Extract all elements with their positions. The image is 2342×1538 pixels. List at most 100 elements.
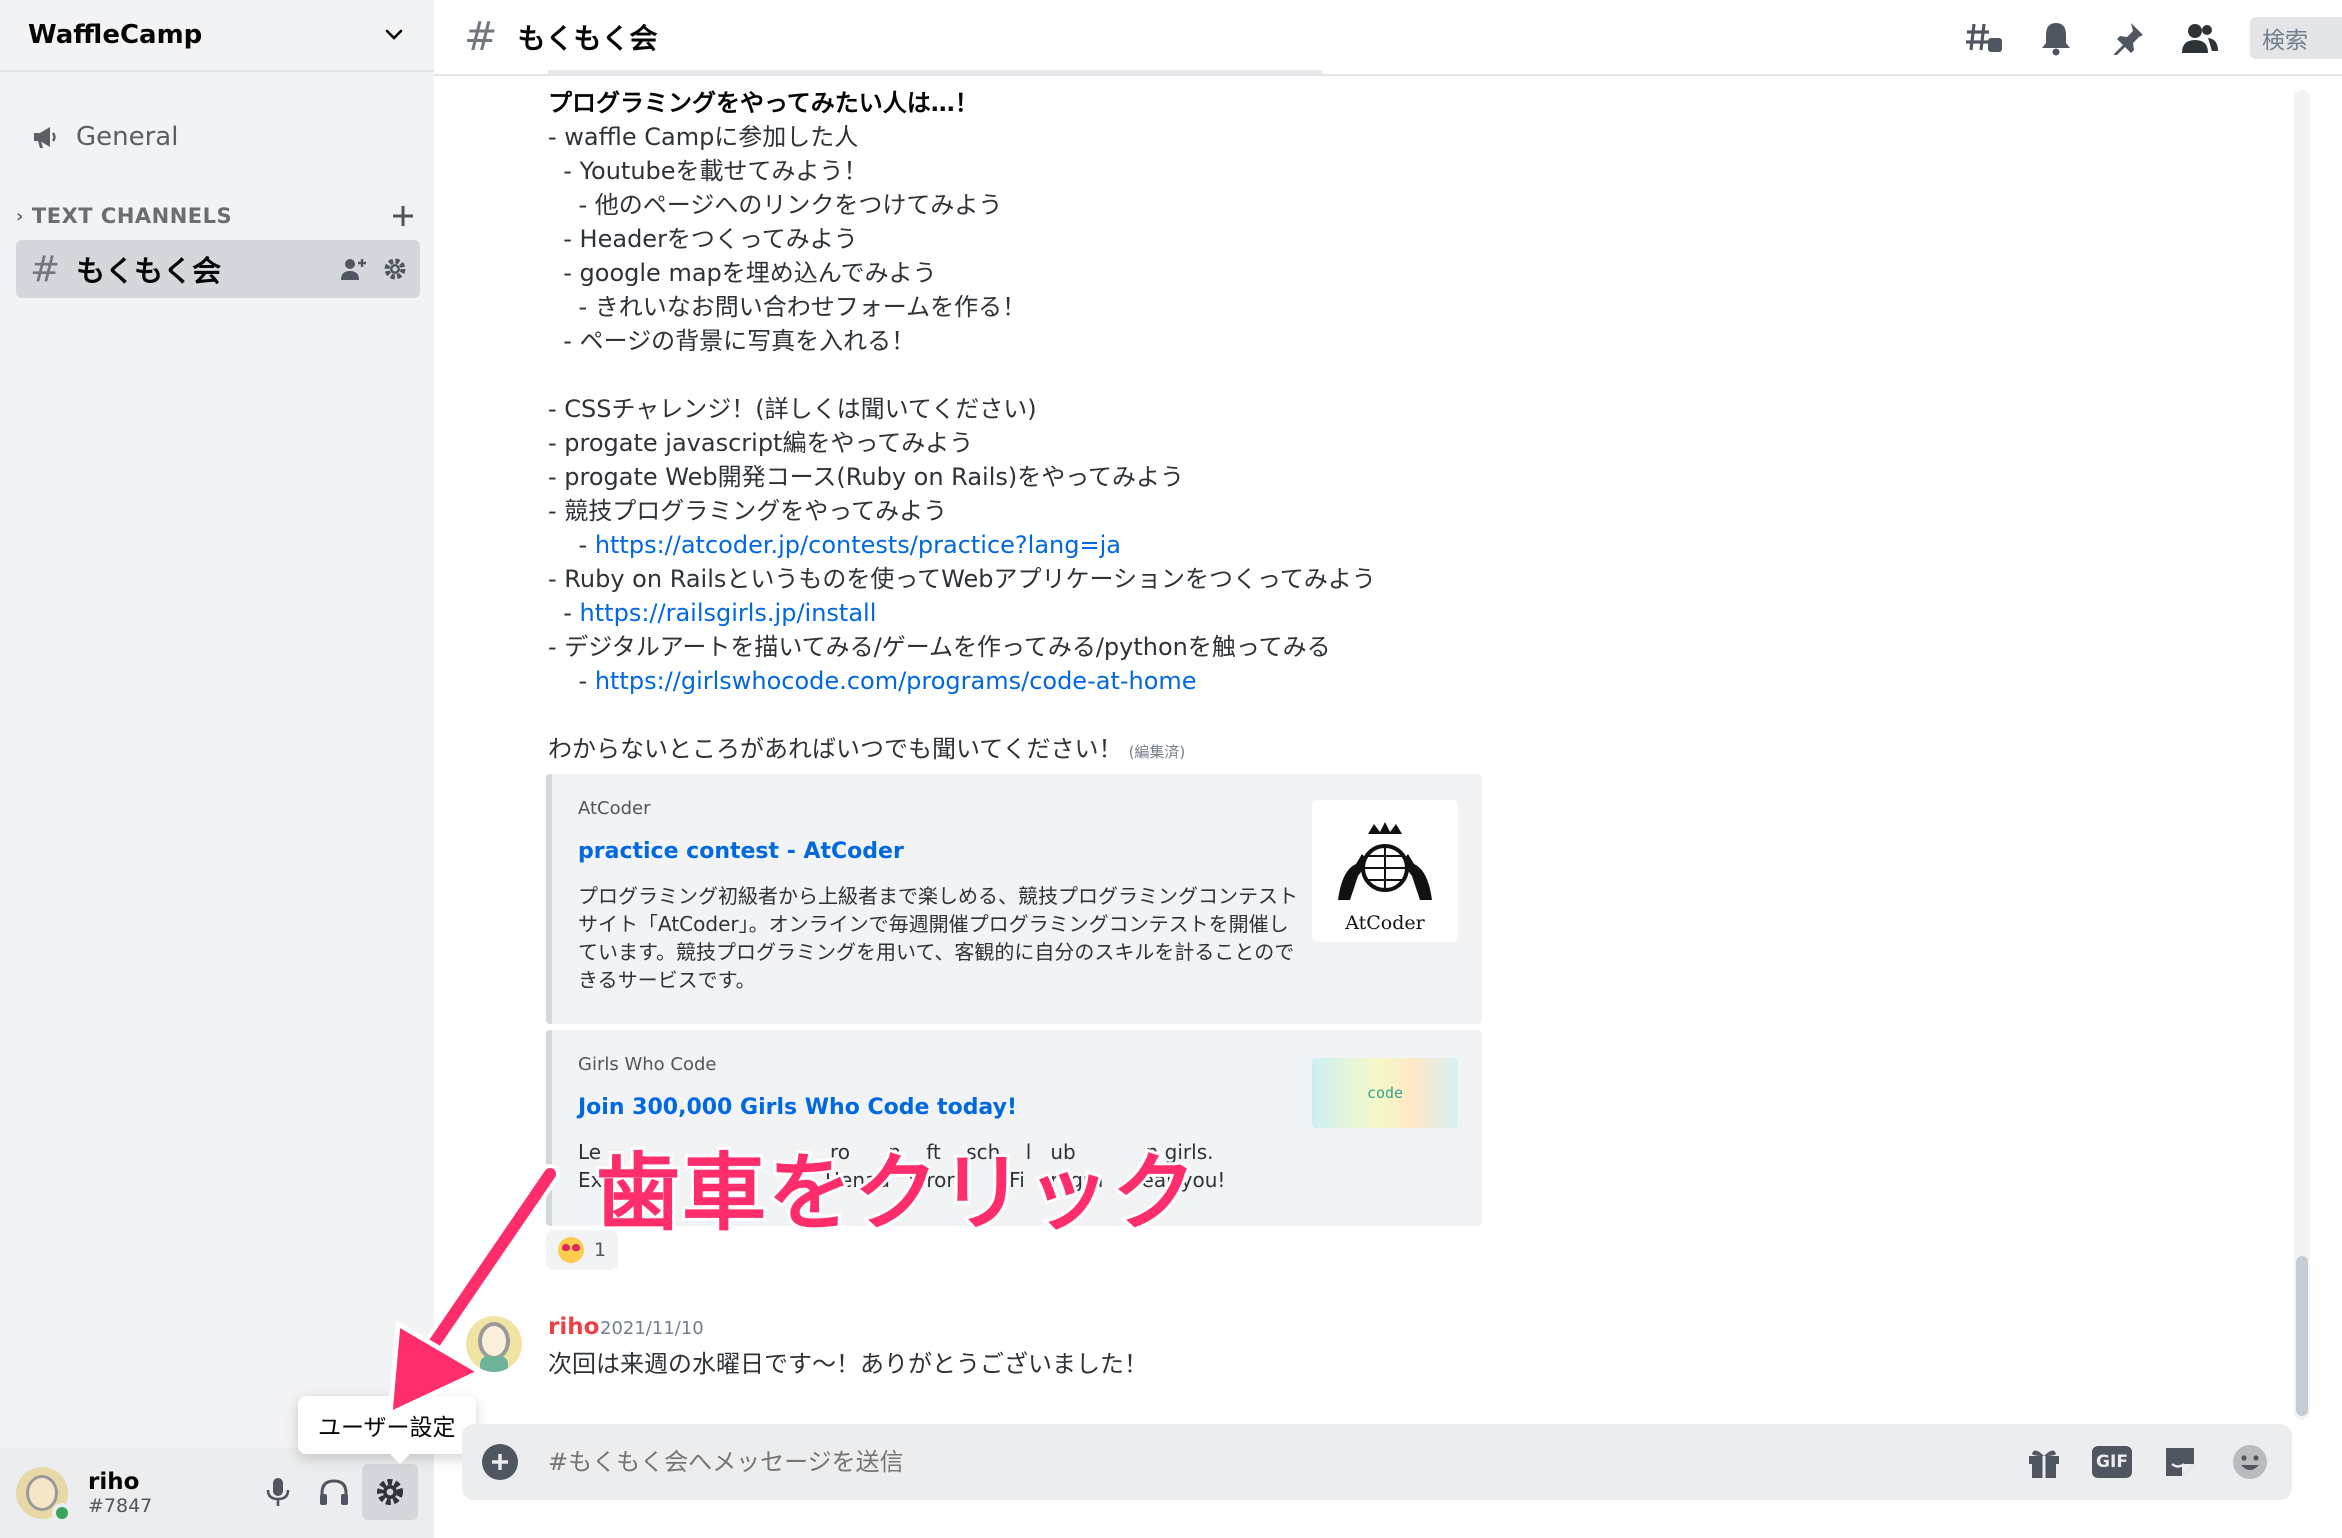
message-line: - ページの背景に写真を入れる！ bbox=[548, 324, 1376, 358]
category-label: TEXT CHANNELS bbox=[31, 204, 233, 228]
message-line: - 競技プログラミングをやってみよう bbox=[548, 494, 1376, 528]
message-line: - https://railsgirls.jp/install bbox=[548, 596, 1376, 630]
scrollbar-track[interactable] bbox=[2294, 90, 2310, 1420]
scrollbar-thumb[interactable] bbox=[2296, 1256, 2308, 1416]
sidebar-item-general[interactable]: General bbox=[16, 112, 420, 162]
sticker-button[interactable] bbox=[2158, 1442, 2202, 1482]
message-line: - Ruby on Railsというものを使ってWebアプリケーションをつくって… bbox=[548, 562, 1376, 596]
gift-icon bbox=[2029, 1450, 2059, 1478]
online-status-badge bbox=[52, 1503, 72, 1523]
message-composer: GIF bbox=[462, 1424, 2292, 1500]
gear-icon bbox=[377, 1479, 403, 1505]
message-text: 次回は来週の水曜日です〜！ありがとうございました！ bbox=[548, 1350, 1148, 1378]
headphones-icon bbox=[320, 1479, 348, 1505]
user-name: riho bbox=[88, 1469, 140, 1495]
avatar[interactable] bbox=[16, 1467, 72, 1523]
emoji-icon bbox=[2233, 1445, 2267, 1479]
annotation-label: 歯車をクリック bbox=[593, 1141, 1199, 1245]
members-icon bbox=[2182, 24, 2218, 53]
attach-button[interactable] bbox=[482, 1444, 518, 1480]
message-line-text: - ページの背景に写真を入れる！ bbox=[548, 327, 916, 355]
edited-marker: (編集済) bbox=[1128, 743, 1186, 761]
announcement-icon bbox=[34, 127, 56, 148]
hash-icon: # bbox=[464, 14, 498, 60]
threads-icon bbox=[1966, 23, 2002, 52]
notifications-button[interactable] bbox=[2034, 16, 2078, 60]
pinned-messages-button[interactable] bbox=[2106, 16, 2150, 60]
category-text-channels[interactable]: › TEXT CHANNELS bbox=[16, 196, 420, 236]
mute-button[interactable] bbox=[250, 1464, 306, 1520]
message-line: - https://girlswhocode.com/programs/code… bbox=[548, 664, 1376, 698]
message-line-text: - bbox=[548, 667, 595, 695]
message-link[interactable]: https://atcoder.jp/contests/practice?lan… bbox=[595, 531, 1121, 559]
user-panel: riho #7847 bbox=[0, 1448, 434, 1538]
message-line-text: - Youtubeを載せてみよう！ bbox=[548, 157, 868, 185]
message-line: - progate Web開発コース(Ruby on Rails)をやってみよう bbox=[548, 460, 1376, 494]
server-header[interactable]: WaffleCamp bbox=[0, 0, 434, 72]
annotation-arrow-icon bbox=[387, 1164, 560, 1417]
message-line-text: - progate javascript編をやってみよう bbox=[548, 429, 974, 457]
channel-title: もくもく会 bbox=[517, 22, 658, 55]
message-line: - Headerをつくってみよう bbox=[548, 222, 1376, 256]
threads-button[interactable] bbox=[1962, 16, 2006, 60]
deafen-button[interactable] bbox=[306, 1464, 362, 1520]
message-line-text: プログラミングをやってみたい人は…！ bbox=[548, 89, 979, 117]
emoji-button[interactable] bbox=[2228, 1442, 2272, 1482]
user-settings-button[interactable] bbox=[362, 1464, 418, 1520]
add-channel-icon[interactable] bbox=[390, 203, 416, 229]
sidebar: WaffleCamp General › TEXT CHANNELS # もくも… bbox=[0, 0, 434, 1538]
message-line bbox=[548, 698, 1376, 732]
message-line: わからないところがあればいつでも聞いてください！ (編集済) bbox=[548, 732, 1376, 769]
message-line-text: - Ruby on Railsというものを使ってWebアプリケーションをつくって… bbox=[548, 565, 1376, 593]
previous-embed-edge bbox=[548, 70, 1322, 74]
message-input[interactable] bbox=[548, 1448, 1948, 1476]
plus-icon bbox=[492, 1454, 508, 1470]
link-embed-atcoder: AtCoder practice contest - AtCoder プログラミ… bbox=[546, 774, 1482, 1024]
message-line: - きれいなお問い合わせフォームを作る！ bbox=[548, 290, 1376, 324]
sidebar-item-label: もくもく会 bbox=[76, 254, 222, 288]
server-name: WaffleCamp bbox=[28, 20, 203, 50]
gift-button[interactable] bbox=[2022, 1442, 2066, 1482]
embed-thumbnail-label: code bbox=[1366, 1084, 1404, 1102]
message-line: - progate javascript編をやってみよう bbox=[548, 426, 1376, 460]
embed-thumbnail[interactable]: code bbox=[1312, 1058, 1458, 1128]
sidebar-item-label: General bbox=[76, 122, 179, 152]
chevron-down-icon bbox=[385, 29, 403, 40]
member-list-button[interactable] bbox=[2178, 16, 2222, 60]
chevron-right-icon: › bbox=[16, 205, 24, 227]
message-timestamp: 2021/11/10 bbox=[600, 1318, 704, 1339]
message-line-text: - CSSチャレンジ！(詳しくは聞いてください) bbox=[548, 395, 1037, 423]
message-line: プログラミングをやってみたい人は…！ bbox=[548, 86, 1376, 120]
embed-thumbnail-label: AtCoder bbox=[1345, 912, 1425, 934]
embed-thumbnail[interactable]: AtCoder bbox=[1312, 800, 1458, 942]
message-link[interactable]: https://girlswhocode.com/programs/code-a… bbox=[595, 667, 1197, 695]
message-line-text: - 競技プログラミングをやってみよう bbox=[548, 497, 948, 525]
sidebar-item-mokumoku[interactable]: # もくもく会 bbox=[16, 240, 420, 298]
search-input[interactable]: 検索 bbox=[2250, 17, 2342, 59]
user-tag: #7847 bbox=[88, 1495, 153, 1517]
atcoder-crest-icon bbox=[1338, 822, 1432, 900]
hash-icon: # bbox=[30, 248, 61, 290]
message-line bbox=[548, 358, 1376, 392]
message-line: - 他のページへのリンクをつけてみよう bbox=[548, 188, 1376, 222]
message-line-text: わからないところがあればいつでも聞いてください！ bbox=[548, 735, 1123, 763]
message-line-text: - google mapを埋め込んでみよう bbox=[548, 259, 937, 287]
channel-header: # もくもく会 検索 bbox=[434, 0, 2342, 76]
gear-icon[interactable] bbox=[382, 256, 408, 282]
message-line: - CSSチャレンジ！(詳しくは聞いてください) bbox=[548, 392, 1376, 426]
gif-button[interactable]: GIF bbox=[2092, 1446, 2132, 1478]
message-line: - デジタルアートを描いてみる/ゲームを作ってみる/pythonを触ってみる bbox=[548, 630, 1376, 664]
invite-icon[interactable] bbox=[340, 256, 368, 282]
message-line-text: - progate Web開発コース(Ruby on Rails)をやってみよう bbox=[548, 463, 1185, 491]
pin-icon bbox=[2114, 23, 2143, 55]
message-line: - https://atcoder.jp/contests/practice?l… bbox=[548, 528, 1376, 562]
sticker-icon bbox=[2166, 1448, 2194, 1476]
message-line-text: - デジタルアートを描いてみる/ゲームを作ってみる/pythonを触ってみる bbox=[548, 633, 1331, 661]
message-line-text: - きれいなお問い合わせフォームを作る！ bbox=[548, 293, 1027, 321]
message-line: - waffle Campに参加した人 bbox=[548, 120, 1376, 154]
message-line-text: - 他のページへのリンクをつけてみよう bbox=[548, 191, 1003, 219]
message-line: - Youtubeを載せてみよう！ bbox=[548, 154, 1376, 188]
message-link[interactable]: https://railsgirls.jp/install bbox=[580, 599, 877, 627]
message-line-text: - waffle Campに参加した人 bbox=[548, 123, 859, 151]
message-line-text: - bbox=[548, 531, 595, 559]
